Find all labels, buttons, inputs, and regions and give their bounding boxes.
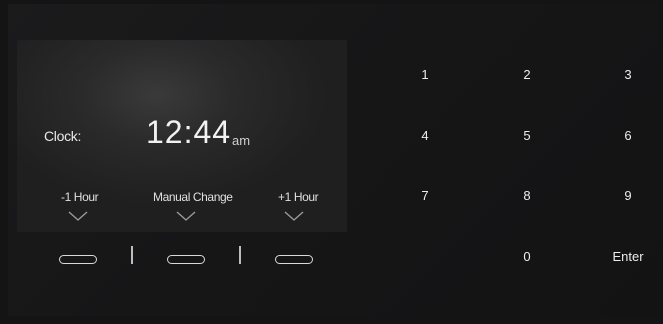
- clock-time: 12:44: [146, 114, 232, 150]
- key-9[interactable]: 9: [608, 188, 648, 203]
- key-1[interactable]: 1: [405, 67, 445, 82]
- clock-ampm: am: [232, 133, 251, 148]
- chevron-down-icon: [67, 210, 89, 222]
- plus-hour-label: +1 Hour: [278, 190, 319, 204]
- key-5[interactable]: 5: [507, 128, 547, 143]
- plus-hour-button[interactable]: [275, 255, 313, 264]
- key-4[interactable]: 4: [405, 128, 445, 143]
- key-0[interactable]: 0: [507, 249, 547, 264]
- divider: [131, 246, 133, 264]
- key-8[interactable]: 8: [507, 188, 547, 203]
- clock-label: Clock:: [44, 128, 82, 144]
- manual-change-label: Manual Change: [153, 190, 233, 204]
- enter-key[interactable]: Enter: [608, 249, 648, 264]
- chevron-down-icon: [283, 210, 305, 222]
- manual-change-button[interactable]: [167, 255, 205, 264]
- divider: [239, 246, 241, 264]
- key-3[interactable]: 3: [608, 67, 648, 82]
- key-2[interactable]: 2: [507, 67, 547, 82]
- key-6[interactable]: 6: [608, 128, 648, 143]
- key-7[interactable]: 7: [405, 188, 445, 203]
- chevron-down-icon: [175, 210, 197, 222]
- minus-hour-button[interactable]: [59, 255, 97, 264]
- minus-hour-label: -1 Hour: [61, 190, 99, 204]
